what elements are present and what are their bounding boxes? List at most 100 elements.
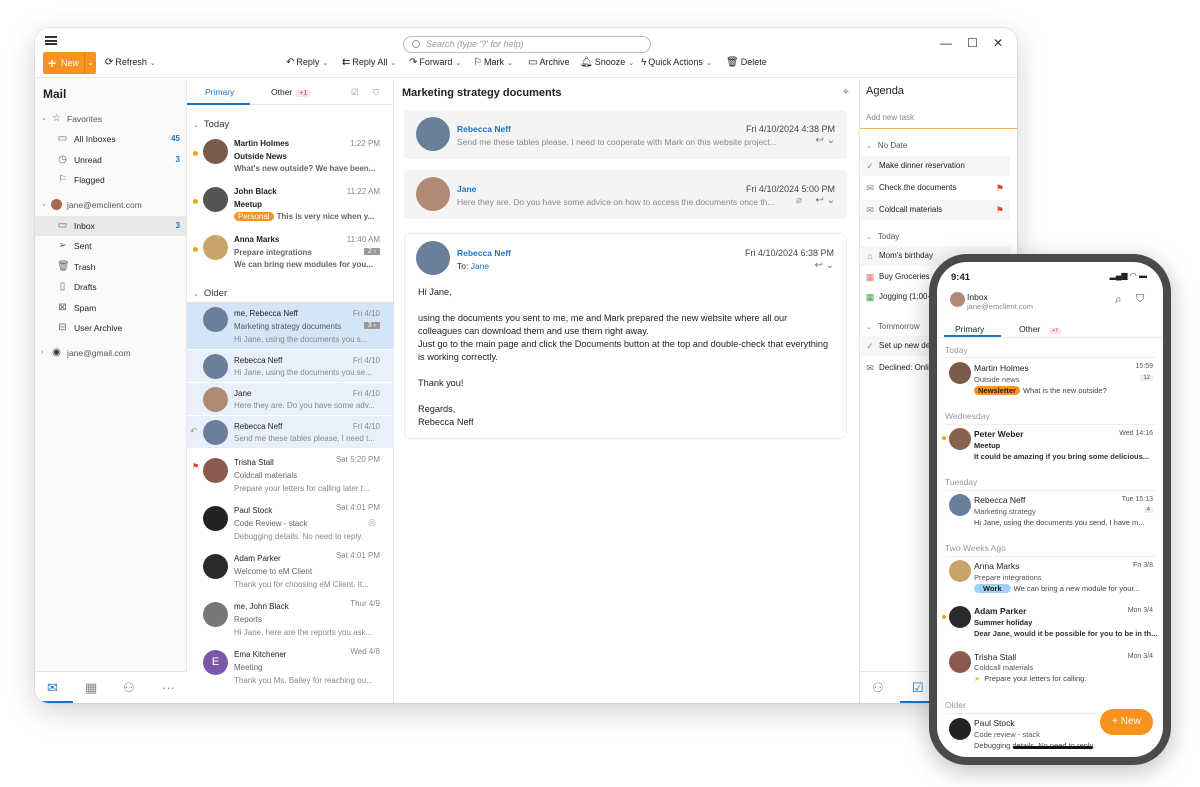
- sidebar-item-all-inboxes[interactable]: ▭ All Inboxes 45: [35, 129, 187, 149]
- select-icon[interactable]: ☑: [351, 87, 359, 98]
- reply-icon[interactable]: ↩ ⌄: [815, 135, 835, 146]
- menu-icon[interactable]: [45, 36, 57, 45]
- favorites-section[interactable]: ⌄ ☆ Favorites: [35, 109, 187, 129]
- new-button[interactable]: + New: [1100, 709, 1153, 735]
- section-no-date[interactable]: ⌄ No Date: [866, 141, 907, 150]
- reply-all-button[interactable]: ⇇ Reply All ⌄: [342, 57, 396, 68]
- sidebar-item-flagged[interactable]: ⚐ Flagged: [35, 170, 187, 190]
- filter-icon[interactable]: ⛉: [373, 87, 379, 98]
- mail-icon: ✉: [866, 205, 874, 215]
- tab-other[interactable]: Other +7: [1019, 324, 1061, 334]
- refresh-icon: ⟳: [105, 57, 114, 68]
- new-dropdown-button[interactable]: ⌄: [84, 52, 96, 74]
- list-item[interactable]: Anna Marks 11:40 AM Prepare integrations…: [187, 230, 394, 278]
- avatar: [203, 187, 228, 212]
- reply-icon[interactable]: ↩ ⌄: [815, 195, 835, 206]
- tag-add-icon[interactable]: ⌖: [843, 86, 849, 99]
- reply-button[interactable]: ↶ Reply ⌄: [286, 57, 328, 68]
- sidebar-item-spam[interactable]: ⊠ Spam: [35, 298, 187, 318]
- mail-icon[interactable]: ✉: [47, 680, 58, 696]
- draft-icon: ▯: [59, 281, 66, 292]
- bell-icon: 🔔︎: [580, 57, 593, 68]
- desktop-window: Search (type '?' for help) — ☐ ✕ + New ⌄…: [35, 28, 1017, 703]
- list-item[interactable]: Adam Parker Sat 4:01 PM Welcome to eM Cl…: [187, 546, 394, 594]
- snooze-icon: ◎: [368, 517, 376, 527]
- account-jane-gmail[interactable]: › ◉ jane@gmail.com: [35, 343, 187, 363]
- tab-other[interactable]: Other +1: [271, 87, 311, 97]
- list-item[interactable]: John Black 11:22 AM Meetup Personal This …: [187, 182, 394, 230]
- close-button[interactable]: ✕: [993, 36, 1003, 50]
- module-switcher: ✉ ▦ ⚇ ···: [35, 671, 187, 703]
- account-jane-emclient[interactable]: ⌄ jane@emclient.com: [35, 195, 187, 215]
- sidebar-item-inbox[interactable]: ▭ Inbox 3: [35, 216, 187, 236]
- collapsed-message[interactable]: Jane Fri 4/10/2024 5:00 PM Here they are…: [404, 170, 847, 219]
- sidebar-item-sent[interactable]: ➢ Sent: [35, 236, 187, 256]
- section-today[interactable]: ⌄ Today: [866, 232, 899, 241]
- list-item[interactable]: me, John Black Thur 4/9 Reports Hi Jane,…: [187, 594, 394, 642]
- list-item[interactable]: E Ema Kitchener Wed 4/8 Meeting Thank yo…: [187, 642, 394, 690]
- collapsed-message[interactable]: Rebecca Neff Fri 4/10/2024 4:38 PM Send …: [404, 110, 847, 159]
- archive-button[interactable]: ▭ Archive: [528, 57, 569, 68]
- maximize-button[interactable]: ☐: [967, 36, 978, 50]
- tab-indicator: [187, 103, 250, 105]
- list-item[interactable]: ⚑ Trisha Stall Sat 5:20 PM Coldcall mate…: [187, 450, 394, 498]
- avatar: [203, 387, 228, 412]
- search-input[interactable]: Search (type '?' for help): [403, 36, 651, 53]
- avatar: [949, 428, 971, 450]
- lightning-icon: ϟ: [641, 57, 647, 68]
- avatar: [203, 139, 228, 164]
- avatar: [203, 420, 228, 445]
- label-icon: ➤: [974, 674, 981, 683]
- account-avatar: ◉: [52, 347, 61, 358]
- minimize-button[interactable]: —: [940, 36, 952, 50]
- search-icon[interactable]: ⌕: [1115, 292, 1122, 307]
- toolbar: + New ⌄ ⟳ Refresh ⌄ ↶ Reply ⌄ ⇇ Reply All ⌄ ↷ F…: [35, 52, 1017, 78]
- calendar-icon: ▦: [865, 292, 875, 302]
- contacts-icon[interactable]: ⚇: [123, 680, 135, 696]
- list-item[interactable]: Martin Holmes 1:22 PM Outside News What'…: [187, 134, 394, 182]
- refresh-button[interactable]: ⟳ Refresh ⌄: [105, 57, 156, 68]
- avatar: [203, 554, 228, 579]
- calendar-icon[interactable]: ▦: [85, 680, 97, 696]
- forward-button[interactable]: ↷ Forward ⌄: [409, 57, 461, 68]
- sidebar-item-drafts[interactable]: ▯ Drafts: [35, 277, 187, 297]
- reply-icon: ↶: [286, 57, 295, 68]
- inbox-icon: ▭: [57, 133, 68, 144]
- agenda-item[interactable]: ✉ Coldcall materials ⚑: [860, 200, 1010, 220]
- sidebar-item-trash[interactable]: 🗑︎ Trash: [35, 257, 187, 277]
- forward-icon: ↷: [409, 57, 418, 68]
- group-older[interactable]: ⌄ Older: [193, 288, 227, 299]
- conversation-item[interactable]: Jane Fri 4/10 Here they are. Do you have…: [187, 383, 394, 415]
- agenda-item[interactable]: ✓ Make dinner reservation: [860, 156, 1010, 176]
- new-button[interactable]: + New ⌄: [43, 52, 96, 74]
- mail-icon: ✉: [866, 363, 874, 373]
- sidebar-item-unread[interactable]: ◷ Unread 3: [35, 150, 187, 170]
- list-item[interactable]: Paul Stock Sat 4:01 PM Code Review - sta…: [187, 498, 394, 546]
- agenda-item[interactable]: ✉ Check the documents ⚑: [860, 178, 1010, 198]
- avatar: [416, 117, 450, 151]
- group-today[interactable]: ⌄ Today: [193, 119, 229, 130]
- list-item-selected[interactable]: me, Rebecca Neff Fri 4/10 Marketing stra…: [187, 302, 394, 349]
- tab-primary[interactable]: Primary: [205, 87, 234, 97]
- tasks-icon[interactable]: ☑: [912, 680, 924, 696]
- unread-dot: [942, 436, 946, 440]
- tab-primary[interactable]: Primary: [955, 324, 984, 334]
- spam-icon: ⊠: [58, 302, 67, 313]
- section-tomorrow[interactable]: ⌄ Tommorrow: [866, 322, 920, 331]
- quick-actions-button[interactable]: ϟ Quick Actions ⌄: [641, 57, 712, 68]
- conversation-item[interactable]: Rebecca Neff Fri 4/10 Hi Jane, using the…: [187, 350, 394, 382]
- more-icon[interactable]: ···: [162, 680, 175, 695]
- filter-icon[interactable]: ⛉: [1136, 293, 1144, 306]
- snooze-button[interactable]: 🔔︎ Snooze ⌄: [580, 57, 634, 68]
- contacts-icon[interactable]: ⚇: [872, 680, 884, 696]
- add-task-input[interactable]: Add new task: [860, 107, 1017, 129]
- archive-icon: ⊟: [58, 322, 67, 333]
- delete-button[interactable]: 🗑︎ Delete: [726, 57, 767, 68]
- mark-button[interactable]: ⚐ Mark ⌄: [473, 57, 513, 68]
- reply-icon[interactable]: ↩ ⌄: [814, 260, 834, 271]
- sender-name[interactable]: Rebecca Neff: [457, 248, 511, 258]
- avatar: [203, 458, 228, 483]
- check-icon: ✓: [866, 341, 874, 351]
- conversation-item[interactable]: ↶ Rebecca Neff Fri 4/10 Send me these ta…: [187, 416, 394, 448]
- sidebar-item-user-archive[interactable]: ⊟ User Archive: [35, 318, 187, 338]
